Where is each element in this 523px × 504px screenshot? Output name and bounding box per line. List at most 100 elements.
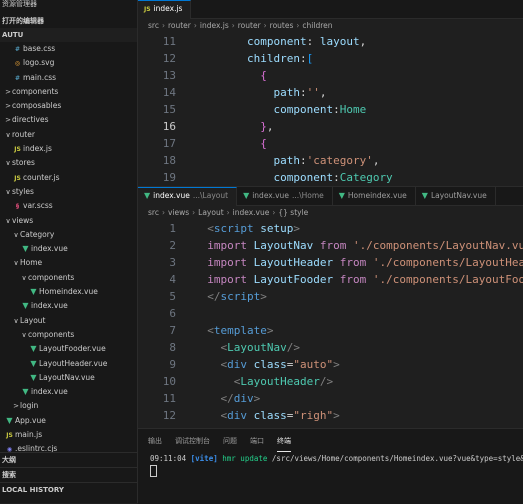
- folder-item[interactable]: >login: [0, 399, 137, 413]
- line-number: 15: [162, 103, 176, 116]
- folder-item[interactable]: ∨views: [0, 214, 137, 228]
- editor-group-top: JS index.js src › router › index.js › router › ro…: [138, 0, 523, 186]
- code-token: >: [293, 222, 300, 235]
- tab-index-vue[interactable]: ▼ index.vue ...\Layout: [138, 187, 238, 206]
- folder-item[interactable]: ∨components: [0, 271, 137, 285]
- panel-tab[interactable]: 端口: [250, 429, 264, 453]
- editor-group-bottom: ▼ index.vue ...\Layout ▼ index.vue ...\Home ▼ H…: [138, 186, 523, 429]
- folder-item[interactable]: >directives: [0, 113, 137, 127]
- tab-router-index-js[interactable]: JS index.js: [138, 0, 192, 19]
- code-token: "auto": [293, 358, 334, 371]
- file-label: router: [12, 129, 35, 139]
- code-token: '': [306, 86, 320, 99]
- breadcrumb-item[interactable]: index.vue: [233, 208, 270, 217]
- code-token: component: [194, 35, 307, 48]
- panel-tab[interactable]: 输出: [148, 429, 162, 453]
- code-line: 11 component: layout,: [138, 33, 523, 50]
- file-item[interactable]: ▼ index.vue: [0, 385, 137, 399]
- terminal-path: /src/views/Home/components/Homeindex.vue…: [271, 454, 523, 463]
- file-item[interactable]: JS main.js: [0, 428, 137, 442]
- file-label: Homeindex.vue: [39, 287, 98, 297]
- breadcrumb[interactable]: src › router › index.js › router › routes › childr…: [138, 19, 523, 33]
- code-token: import: [194, 239, 247, 252]
- line-number: 13: [162, 69, 176, 82]
- panel-tab[interactable]: 问题: [223, 429, 237, 453]
- folder-item[interactable]: >composables: [0, 99, 137, 113]
- code-token: 'category': [306, 154, 373, 167]
- folder-item[interactable]: ∨router: [0, 128, 137, 142]
- file-item[interactable]: # main.css: [0, 71, 137, 85]
- breadcrumb-item[interactable]: routes: [270, 21, 294, 30]
- folder-item[interactable]: ∨components: [0, 328, 137, 342]
- folder-item[interactable]: ∨Home: [0, 256, 137, 270]
- file-label: Layout: [20, 315, 46, 325]
- breadcrumb-item[interactable]: index.js: [200, 21, 229, 30]
- tab-index-vue[interactable]: ▼ index.vue ...\Home: [237, 187, 333, 205]
- tab-layoutnav-vue[interactable]: ▼ LayoutNav.vue: [416, 187, 496, 205]
- chevron-right-icon: ›: [192, 208, 196, 217]
- breadcrumb-item[interactable]: src: [148, 21, 159, 30]
- file-label: counter.js: [23, 172, 60, 182]
- panel-tab[interactable]: 终端: [277, 429, 291, 452]
- file-item[interactable]: ▼ LayoutNav.vue: [0, 371, 137, 385]
- file-item[interactable]: JS index.js: [0, 142, 137, 156]
- breadcrumb[interactable]: src › views › Layout › index.vue ›{} style: [138, 206, 523, 220]
- file-item[interactable]: ◎ logo.svg: [0, 56, 137, 70]
- folder-item[interactable]: ∨styles: [0, 185, 137, 199]
- folder-item[interactable]: >components: [0, 85, 137, 99]
- search-section[interactable]: 搜索: [0, 467, 137, 482]
- breadcrumb-item[interactable]: Layout: [198, 208, 224, 217]
- line-number: 18: [162, 154, 176, 167]
- file-item[interactable]: ▼ LayoutFooder.vue: [0, 342, 137, 356]
- folder-item[interactable]: ∨Layout: [0, 314, 137, 328]
- vue-file-icon: ▼: [22, 387, 29, 397]
- file-item[interactable]: ▼ Homeindex.vue: [0, 285, 137, 299]
- code-token: div: [227, 358, 247, 371]
- code-token: './components/LayoutNav.vue': [346, 239, 523, 252]
- open-editors-section[interactable]: 打开的编辑器: [0, 14, 137, 28]
- terminal-prompt[interactable]: [138, 465, 523, 481]
- file-label: LayoutNav.vue: [39, 372, 95, 382]
- chevron-right-icon: ›: [231, 21, 235, 30]
- chevron-down-icon: ∨: [5, 187, 11, 196]
- terminal-time: 09:11:04: [150, 454, 187, 463]
- file-item[interactable]: JS counter.js: [0, 171, 137, 185]
- breadcrumb-item[interactable]: views: [168, 208, 189, 217]
- file-item[interactable]: # base.css: [0, 42, 137, 56]
- timeline-section[interactable]: LOCAL HISTORY: [0, 482, 137, 497]
- code-editor-bottom[interactable]: 1 <script setup> 2 import LayoutNav from …: [138, 220, 523, 424]
- code-token: children: [194, 52, 300, 65]
- code-token: LayoutNav: [227, 341, 287, 354]
- file-item[interactable]: ▼ App.vue: [0, 414, 137, 428]
- folder-item[interactable]: ∨Category: [0, 228, 137, 242]
- file-label: index.js: [23, 144, 52, 154]
- breadcrumb-item[interactable]: children: [302, 21, 332, 30]
- svg-file-icon: ◎: [14, 60, 21, 68]
- vue-file-icon: ▼: [421, 191, 428, 200]
- file-item[interactable]: ▼ LayoutHeader.vue: [0, 357, 137, 371]
- panel-tab[interactable]: 调试控制台: [175, 429, 210, 453]
- js-file-icon: JS: [14, 146, 21, 154]
- code-editor-top[interactable]: 11 component: layout, 12 children:[13 {14…: [138, 33, 523, 186]
- file-item[interactable]: ▼ index.vue: [0, 242, 137, 256]
- breadcrumb-item[interactable]: src: [148, 208, 159, 217]
- file-item[interactable]: ▼ index.vue: [0, 299, 137, 313]
- breadcrumb-item[interactable]: router: [238, 21, 261, 30]
- js-file-icon: JS: [14, 174, 21, 182]
- project-folder-header[interactable]: AUTU: [0, 28, 137, 42]
- line-number: 19: [162, 171, 176, 184]
- file-label: index.vue: [31, 301, 68, 311]
- code-token: <: [194, 358, 228, 371]
- breadcrumb-item[interactable]: router: [168, 21, 191, 30]
- tab-homeindex-vue[interactable]: ▼ Homeindex.vue: [333, 187, 416, 205]
- code-token: Category: [339, 171, 393, 184]
- file-item[interactable]: § var.scss: [0, 199, 137, 213]
- js-file-icon: JS: [6, 432, 13, 440]
- breadcrumb-item[interactable]: {} style: [278, 208, 308, 217]
- chevron-right-icon: ›: [226, 208, 230, 217]
- line-number: 10: [162, 375, 176, 388]
- outline-section[interactable]: 大纲: [0, 452, 137, 467]
- code-token: div: [233, 392, 254, 405]
- code-line: 2 import LayoutNav from './components/La…: [138, 237, 523, 254]
- folder-item[interactable]: ∨stores: [0, 156, 137, 170]
